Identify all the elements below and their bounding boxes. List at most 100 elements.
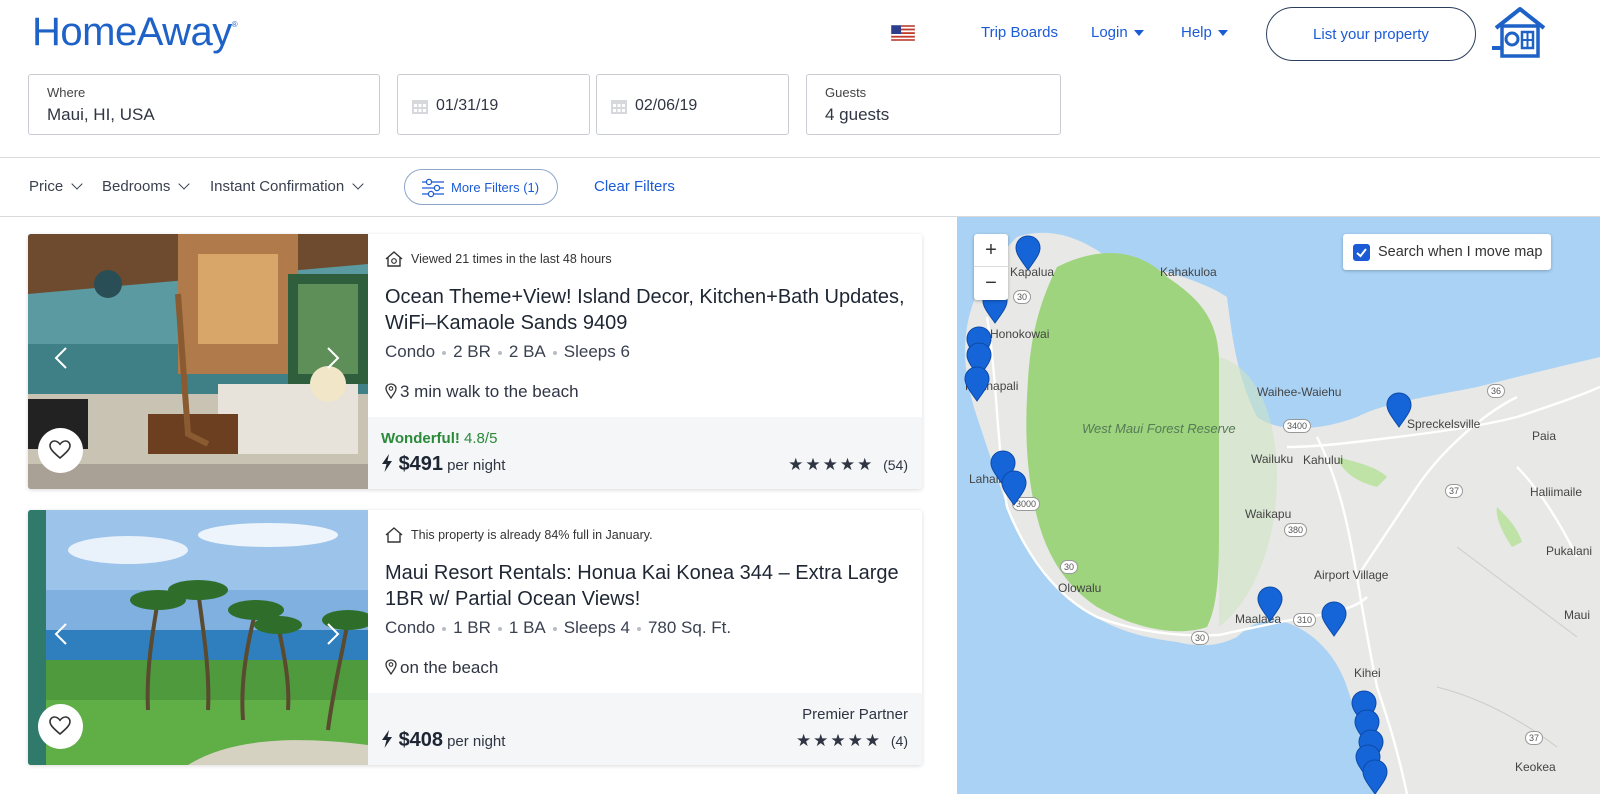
notice-text: This property is already 84% full in Jan… (411, 528, 653, 542)
separator-dot (552, 626, 557, 631)
price-filter-label: Price (29, 178, 64, 195)
listing-card[interactable]: This property is already 84% full in Jan… (28, 510, 922, 765)
separator-dot (636, 626, 641, 631)
listing-map-pin[interactable] (1001, 470, 1027, 506)
listing-footer: Wonderful! 4.8/5 $491 per night ★★★★★ (54… (368, 417, 922, 489)
listing-map-pin[interactable] (1321, 601, 1347, 637)
listing-price: $408 per night (381, 729, 505, 752)
listing-footer: Premier Partner $408 per night ★★★★★ (4) (368, 693, 922, 765)
separator-dot (497, 626, 502, 631)
listing-map-pin[interactable] (964, 366, 990, 402)
stars-icon: ★★★★★ (788, 455, 875, 474)
chevron-down-icon (178, 178, 191, 190)
where-field[interactable]: Where Maui, HI, USA (28, 74, 380, 135)
caret-down-icon (1217, 30, 1228, 37)
listing-card[interactable]: Viewed 21 times in the last 48 hours Oce… (28, 234, 922, 489)
listing-map-pin[interactable] (1015, 235, 1041, 271)
house-eye-icon (385, 251, 403, 267)
listing-map-pin[interactable] (1362, 759, 1388, 794)
heart-icon (49, 716, 71, 736)
price-unit: per night (447, 733, 506, 750)
review-count[interactable]: (4) (891, 733, 908, 749)
map-pins (964, 235, 1412, 794)
star-rating: ★★★★★ (4) (796, 731, 908, 751)
guests-label: Guests (825, 85, 867, 100)
listing-specs: Condo 1 BR 1 BA Sleeps 4 780 Sq. Ft. (385, 618, 731, 638)
location-text: 3 min walk to the beach (400, 382, 579, 401)
map[interactable]: Kahakuloa Kapalua Honokowai Kaanapali La… (957, 217, 1600, 794)
map-pin-outline-icon (385, 383, 397, 400)
separator-dot (552, 350, 557, 355)
listing-location: 3 min walk to the beach (385, 382, 579, 402)
notice-text: Viewed 21 times in the last 48 hours (411, 252, 612, 266)
birdhouse-logo-icon[interactable] (1492, 6, 1548, 58)
trip-boards-link[interactable]: Trip Boards (981, 24, 1058, 41)
guests-value[interactable]: 4 guests (825, 105, 889, 125)
checkout-value[interactable]: 02/06/19 (635, 97, 697, 115)
login-menu[interactable]: Login (1091, 24, 1144, 41)
calendar-icon (611, 100, 627, 114)
login-label: Login (1091, 24, 1128, 41)
price-unit: per night (447, 457, 506, 474)
calendar-icon (412, 100, 428, 114)
listing-notice: Viewed 21 times in the last 48 hours (385, 251, 612, 267)
listing-map-pin[interactable] (1257, 586, 1283, 622)
more-filters-label: More Filters (1) (451, 180, 540, 195)
bedrooms-filter-label: Bedrooms (102, 178, 171, 195)
listing-specs: Condo 2 BR 2 BA Sleeps 6 (385, 342, 630, 362)
sleeps-count: Sleeps 6 (563, 342, 630, 361)
stars-icon: ★★★★★ (795, 731, 883, 750)
search-when-move-toggle[interactable]: Search when I move map (1343, 234, 1551, 270)
review-count[interactable]: (54) (883, 457, 908, 473)
bathrooms-count: 2 BA (508, 342, 546, 361)
location-text: on the beach (400, 658, 499, 677)
guests-field[interactable]: Guests 4 guests (806, 74, 1061, 135)
chevron-down-icon (352, 178, 364, 190)
photo-prev-arrow-icon[interactable] (54, 346, 68, 370)
listing-info: Viewed 21 times in the last 48 hours Oce… (368, 234, 922, 489)
rating-score: 4.8/5 (464, 430, 498, 447)
homeaway-logo[interactable]: HomeAway® (32, 10, 238, 55)
checkin-field[interactable]: 01/31/19 (397, 74, 590, 135)
checkbox-checked-icon[interactable] (1353, 244, 1370, 261)
listing-title[interactable]: Ocean Theme+View! Island Decor, Kitchen+… (385, 284, 915, 336)
zoom-in-button[interactable]: + (974, 234, 1008, 267)
checkin-value[interactable]: 01/31/19 (436, 97, 498, 115)
map-pin-outline-icon (385, 659, 397, 676)
property-type: Condo (385, 618, 436, 637)
listing-photo[interactable] (28, 510, 368, 765)
listing-title[interactable]: Maui Resort Rentals: Honua Kai Konea 344… (385, 560, 915, 612)
photo-next-arrow-icon[interactable] (326, 346, 340, 370)
photo-prev-arrow-icon[interactable] (54, 622, 68, 646)
separator-dot (497, 350, 502, 355)
sliders-icon (422, 178, 444, 198)
bedrooms-filter[interactable]: Bedrooms (102, 178, 191, 195)
chevron-down-icon (71, 178, 83, 190)
listing-notice: This property is already 84% full in Jan… (385, 527, 653, 543)
premier-partner-badge: Premier Partner (802, 706, 908, 723)
zoom-out-button[interactable]: − (974, 267, 1008, 300)
heart-icon (49, 440, 71, 460)
listing-map-pin[interactable] (1386, 392, 1412, 428)
favorite-button[interactable] (38, 428, 83, 473)
rating-summary: Wonderful! 4.8/5 (381, 430, 497, 447)
more-filters-button[interactable]: More Filters (1) (404, 169, 558, 205)
listing-location: on the beach (385, 658, 498, 678)
house-icon (385, 527, 403, 543)
clear-filters-link[interactable]: Clear Filters (594, 178, 675, 195)
list-property-button[interactable]: List your property (1266, 7, 1476, 61)
price-amount: $491 (398, 453, 444, 475)
instant-filter-label: Instant Confirmation (210, 178, 345, 195)
separator-dot (442, 626, 447, 631)
us-flag-icon[interactable] (891, 25, 915, 41)
checkout-field[interactable]: 02/06/19 (596, 74, 789, 135)
photo-next-arrow-icon[interactable] (326, 622, 340, 646)
favorite-button[interactable] (38, 704, 83, 749)
instant-confirmation-filter[interactable]: Instant Confirmation (210, 178, 364, 195)
help-menu[interactable]: Help (1181, 24, 1228, 41)
star-rating: ★★★★★ (54) (788, 455, 908, 475)
divider (0, 157, 1600, 158)
listing-photo[interactable] (28, 234, 368, 489)
where-value[interactable]: Maui, HI, USA (47, 105, 155, 125)
price-filter[interactable]: Price (29, 178, 83, 195)
